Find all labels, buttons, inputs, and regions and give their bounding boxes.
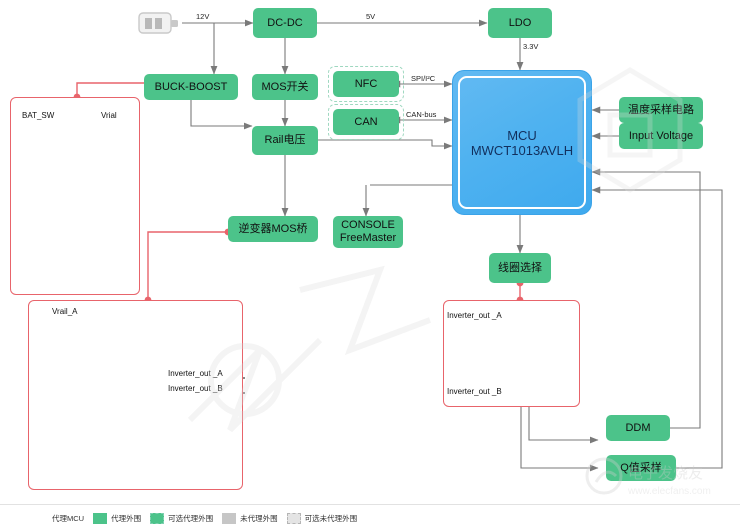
watermark-logo: 电子发烧友 www.elecfans.com (585, 457, 711, 497)
net-label-vrail-a: Vrail_A (52, 307, 78, 316)
legend-label-3: 未代理外围 (240, 514, 278, 523)
wire-label-5v: 5V (366, 12, 376, 21)
watermark-text: 电子发烧友 (628, 464, 703, 482)
battery-icon (138, 8, 182, 38)
schematic-inverter-bridge (28, 300, 243, 490)
legend-swatch-green-dashed (150, 513, 165, 524)
block-inverter-mos-bridge[interactable]: 逆变器MOS桥 (228, 216, 318, 242)
legend-label-2: 可选代理外围 (168, 514, 214, 523)
block-ddm[interactable]: DDM (606, 415, 670, 441)
net-label-coil-in-a: Inverter_out _A (447, 311, 502, 320)
legend-swatch-gray-dashed (286, 513, 301, 524)
mcu-label-line1: MCU (507, 127, 537, 143)
block-console-freemaster[interactable]: CONSOLE FreeMaster (333, 216, 403, 248)
block-mcu[interactable]: MCU MWCT1013AVLH (452, 70, 592, 215)
watermark-url: www.elecfans.com (627, 486, 711, 497)
mcu-inner-frame: MCU MWCT1013AVLH (458, 76, 586, 209)
block-ldo[interactable]: LDO (488, 8, 552, 38)
mcu-label-line2: MWCT1013AVLH (470, 142, 574, 158)
block-dc-dc[interactable]: DC-DC (253, 8, 317, 38)
wire-label-12v: 12V (196, 12, 210, 21)
block-can[interactable]: CAN (333, 109, 399, 135)
block-rail-voltage[interactable]: Rail电压 (252, 126, 318, 155)
net-label-bat-sw: BAT_SW (22, 111, 55, 120)
block-temp-sample-circuit[interactable]: 温度采样电路 (619, 97, 703, 123)
console-line2: FreeMaster (339, 232, 397, 244)
block-mos-switch[interactable]: MOS开关 (252, 74, 318, 100)
legend-item-4: 可选未代理外围 (286, 513, 358, 524)
schematic-buck-boost (10, 97, 140, 295)
block-buck-boost[interactable]: BUCK-BOOST (144, 74, 238, 100)
legend-swatch-gray (222, 513, 237, 524)
console-line1: CONSOLE (341, 219, 395, 232)
legend-label-0: 代理MCU (52, 514, 85, 523)
legend-label-1: 代理外围 (111, 514, 142, 523)
legend-item-1: 代理外围 (93, 513, 141, 524)
block-input-voltage[interactable]: Input Voltage (619, 123, 703, 149)
legend: 代理MCU 代理外围 可选代理外围 未代理外围 可选未代理外围 (0, 504, 740, 532)
legend-item-3: 未代理外围 (222, 513, 278, 524)
net-label-inverter-out-a: Inverter_out _A (168, 369, 223, 378)
block-nfc[interactable]: NFC (333, 71, 399, 97)
wire-label-can-bus: CAN-bus (406, 110, 437, 119)
net-label-inverter-out-b: Inverter_out _B (168, 384, 223, 393)
wire-label-spi-i2c: SPI/I²C (411, 74, 436, 83)
legend-item-2: 可选代理外围 (150, 513, 213, 524)
legend-item-0: 代理MCU (52, 513, 84, 524)
net-label-coil-in-b: Inverter_out _B (447, 387, 502, 396)
legend-swatch-green (93, 513, 108, 524)
legend-label-4: 可选未代理外围 (304, 514, 358, 523)
block-coil-select[interactable]: 线圈选择 (489, 253, 551, 283)
net-label-vrial: Vrial (101, 111, 117, 120)
diagram-canvas: DC-DC LDO BUCK-BOOST MOS开关 NFC CAN Rail电… (0, 0, 740, 532)
wire-label-3v3: 3.3V (523, 42, 539, 51)
